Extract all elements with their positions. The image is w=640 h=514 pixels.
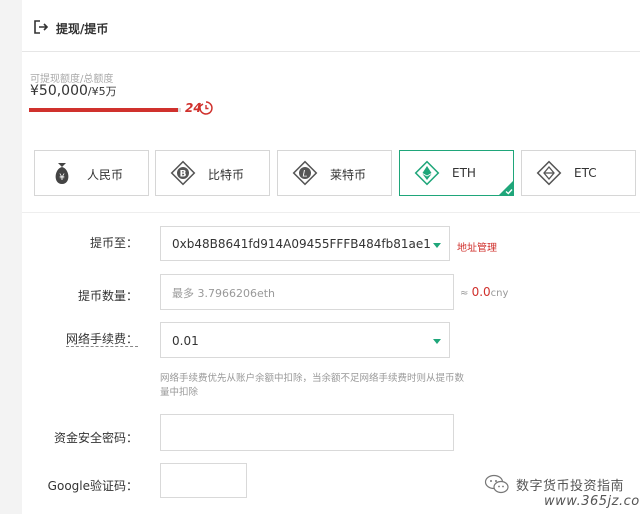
quota-value: ¥50,000/¥5万 <box>30 83 117 99</box>
tab-btc[interactable]: B 比特币 <box>155 150 270 196</box>
tab-cny[interactable]: ¥ 人民币 <box>34 150 149 196</box>
withdraw-panel: 提现/提币 可提现额度/总额度 ¥50,000/¥5万 24 ¥ 人民币 B 比… <box>22 0 640 514</box>
tab-ltc[interactable]: L 莱特币 <box>277 150 392 196</box>
watermark-url: www.365jz.com <box>544 494 640 509</box>
amount-cny-estimate: ≈ 0.0cny <box>460 285 508 299</box>
quota-total: /¥5万 <box>87 85 117 98</box>
chevron-down-icon <box>433 243 441 248</box>
exit-icon[interactable] <box>34 20 48 34</box>
quota-available: ¥50,000 <box>30 83 88 99</box>
chevron-down-icon <box>433 339 441 344</box>
tab-eth[interactable]: ETH <box>399 150 514 196</box>
selected-check-icon <box>498 180 514 196</box>
money-bag-icon: ¥ <box>55 163 69 184</box>
address-label: 提币至： <box>89 236 138 250</box>
quota-progress-fill <box>29 108 178 112</box>
password-label: 资金安全密码： <box>53 431 138 445</box>
clock-refresh-icon <box>198 101 213 115</box>
address-select[interactable]: 0xb48B8641fd914A09455FFFB484fb81ae1 <box>160 226 450 261</box>
ethereum-icon <box>414 160 440 186</box>
svg-text:L: L <box>302 170 307 180</box>
tab-label: 人民币 <box>87 168 124 182</box>
page-header: 提现/提币 <box>22 0 640 52</box>
svg-text:B: B <box>180 170 187 180</box>
watermark-text: 数字货币投资指南 <box>516 479 625 494</box>
password-input[interactable] <box>160 414 454 451</box>
google-code-input[interactable] <box>160 463 247 498</box>
fee-label-text: 网络手续费： <box>65 332 138 347</box>
litecoin-icon: L <box>292 160 318 186</box>
fee-value: 0.01 <box>172 334 199 348</box>
fee-label: 网络手续费： <box>22 330 138 347</box>
wechat-icon <box>484 474 509 494</box>
bitcoin-icon: B <box>170 160 196 186</box>
tab-etc[interactable]: ETC <box>521 150 636 196</box>
quota-progress-bar <box>29 108 181 112</box>
approx-value: 0.0 <box>471 285 491 299</box>
ethereum-classic-icon <box>536 160 562 186</box>
tab-label: 莱特币 <box>330 168 367 182</box>
tab-label: ETH <box>452 166 476 180</box>
address-value: 0xb48B8641fd914A09455FFFB484fb81ae1 <box>172 237 431 251</box>
address-manage-link[interactable]: 地址管理 <box>457 239 497 254</box>
approx-unit: cny <box>490 288 509 299</box>
tab-label: ETC <box>574 166 597 180</box>
svg-text:¥: ¥ <box>59 173 65 183</box>
fee-hint: 网络手续费优先从账户余额中扣除，当余额不足网络手续费时则从提币数量中扣除 <box>160 373 465 398</box>
amount-input[interactable]: 最多 3.7966206eth <box>160 274 454 310</box>
amount-label: 提币数量： <box>77 289 138 303</box>
google-label: Google验证码： <box>47 479 138 493</box>
approx-sign: ≈ <box>460 288 469 299</box>
page-title: 提现/提币 <box>56 22 109 36</box>
divider <box>22 212 640 213</box>
amount-placeholder: 最多 3.7966206eth <box>172 287 276 300</box>
tab-label: 比特币 <box>208 168 245 182</box>
fee-select[interactable]: 0.01 <box>160 322 450 358</box>
